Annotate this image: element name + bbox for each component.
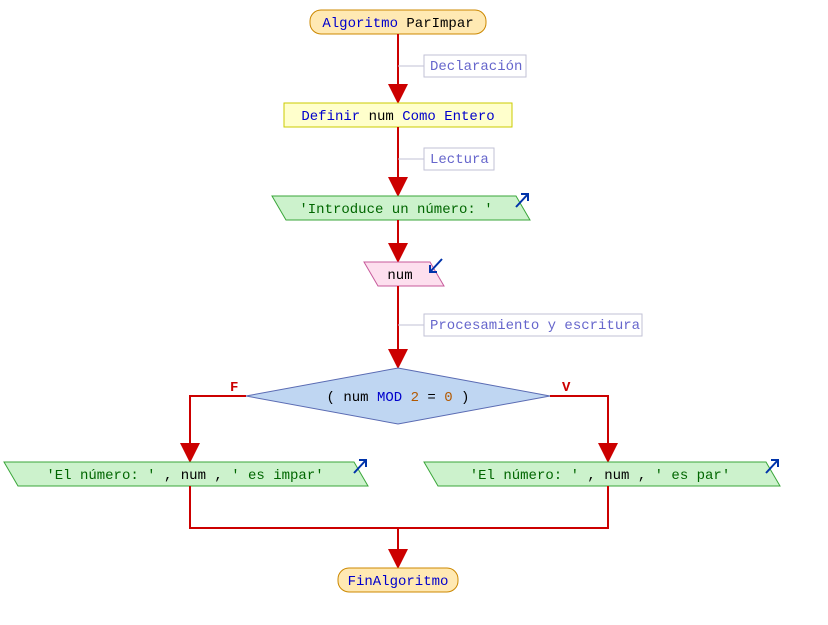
start-name: ParImpar [406,16,473,32]
cond-eq: = [427,390,435,406]
flowchart: Algoritmo ParImpar Declaración Definir n… [0,0,828,625]
cond-var: num [343,390,368,406]
par-s2: ' es par' [655,468,731,484]
declare-kw1: Definir [301,109,360,125]
cond-rpar: ) [461,390,469,406]
prompt-text: 'Introduce un número: ' [299,202,492,218]
impar-c1: , [164,468,172,484]
cond-lpar: ( [327,390,335,406]
comment-procesamiento: Procesamiento y escritura [398,314,642,336]
read-var: num [387,268,412,284]
label-true: V [562,380,571,396]
svg-text:'El número: ' ,: 'El número: ' , num , ' es impar' [46,468,323,484]
label-declaracion: Declaración [430,59,522,75]
impar-c2: , [214,468,222,484]
label-lectura: Lectura [430,152,489,168]
start-kw: Algoritmo [322,16,398,32]
comment-lectura: Lectura [398,148,494,170]
node-end: FinAlgoritmo [338,568,458,592]
par-var: num [604,468,629,484]
end-kw: FinAlgoritmo [348,574,449,590]
par-s1: 'El número: ' [470,468,579,484]
declare-kw2: Como [402,109,436,125]
impar-var: num [181,468,206,484]
svg-text:Algoritmo ParImp: Algoritmo ParImpar [322,16,473,32]
declare-var: num [369,109,394,125]
cond-zero: 0 [444,390,452,406]
node-output-impar: 'El número: ' , num , ' es impar' [4,460,368,486]
svg-text:Definir num: Definir num Como Entero [301,109,494,125]
comment-declaracion: Declaración [398,55,526,77]
par-c2: , [638,468,646,484]
node-output-par: 'El número: ' , num , ' es par' [424,460,780,486]
label-false: F [230,380,238,396]
node-prompt-output: 'Introduce un número: ' [272,194,530,220]
impar-s1: 'El número: ' [46,468,155,484]
par-c1: , [587,468,595,484]
label-procesamiento: Procesamiento y escritura [430,318,640,334]
node-read-input: num [364,259,444,286]
impar-s2: ' es impar' [231,468,323,484]
node-decision: ( num MOD 2 = 0 ) [246,368,550,424]
svg-text:( num MOD: ( num MOD 2 = 0 ) [327,390,470,406]
node-declare: Definir num Como Entero [284,103,512,127]
cond-two: 2 [411,390,419,406]
svg-text:'El número: ' ,: 'El número: ' , num , ' es par' [470,468,731,484]
declare-type: Entero [444,109,494,125]
cond-op: MOD [377,390,402,406]
node-start: Algoritmo ParImpar [310,10,486,34]
